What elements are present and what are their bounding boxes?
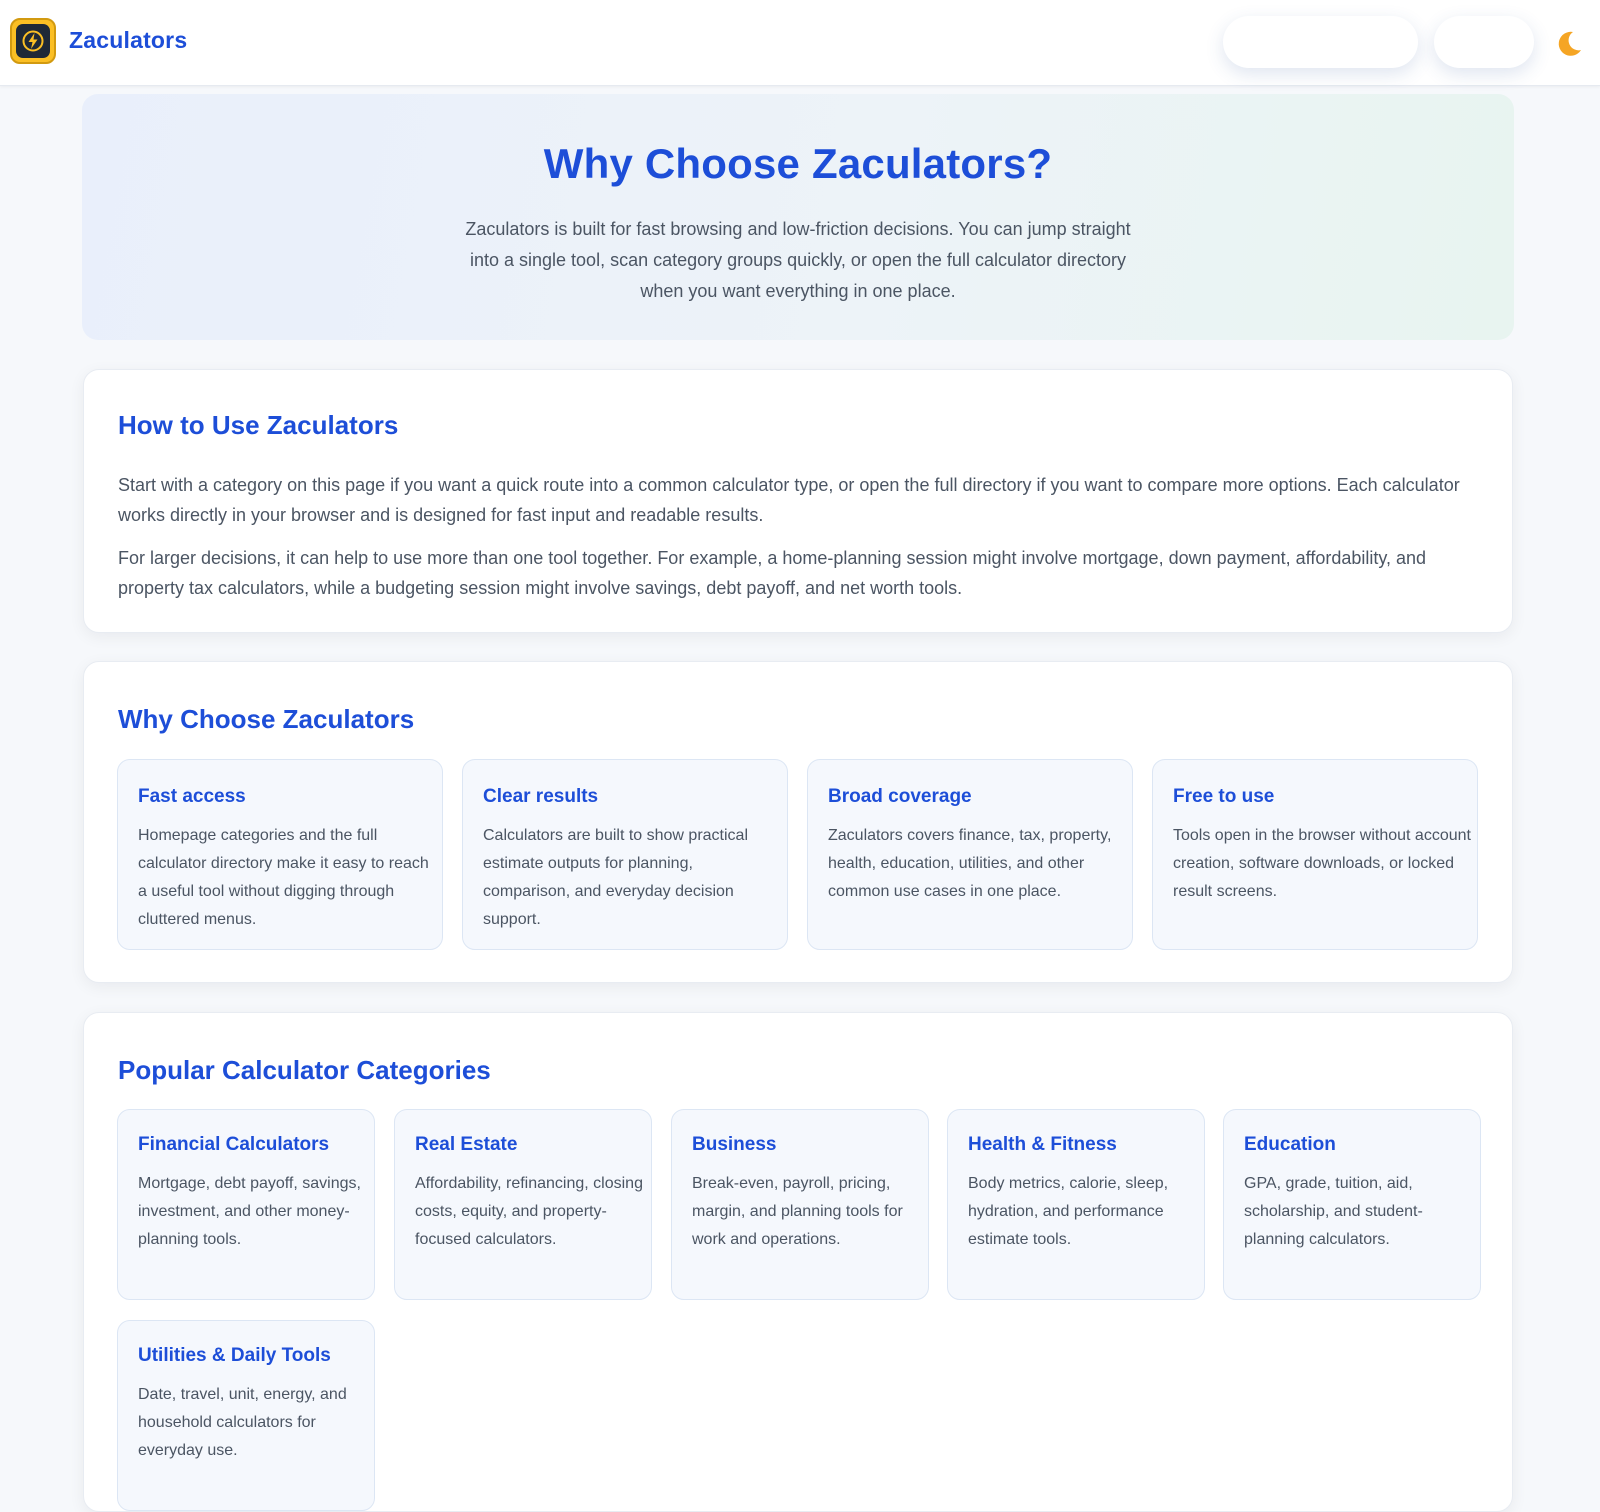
category-title: Business <box>692 1134 777 1155</box>
how-to-use-title: How to Use Zaculators <box>118 410 399 440</box>
category-text: Date, travel, unit, energy, and househol… <box>138 1386 347 1459</box>
logo-badge[interactable] <box>10 18 56 64</box>
moon-icon[interactable] <box>1553 28 1585 60</box>
nav-pill-button-secondary[interactable] <box>1434 16 1534 68</box>
brand-name[interactable]: Zaculators <box>69 27 187 54</box>
category-title: Education <box>1244 1134 1336 1155</box>
category-card-utilities[interactable]: Utilities & Daily Tools Date, travel, un… <box>117 1320 375 1511</box>
category-title: Health & Fitness <box>968 1134 1117 1155</box>
feature-card-clear-results: Clear results Calculators are built to s… <box>462 759 788 950</box>
category-text: Body metrics, calorie, sleep, hydration,… <box>968 1175 1169 1248</box>
feature-card-broad-coverage: Broad coverage Zaculators covers finance… <box>807 759 1133 950</box>
nav-pill-button[interactable] <box>1223 16 1418 68</box>
hero-text: Zaculators is built for fast browsing an… <box>465 219 1131 301</box>
category-text: Mortgage, debt payoff, savings, investme… <box>138 1175 361 1248</box>
feature-text: Homepage categories and the full calcula… <box>138 827 429 928</box>
category-text: GPA, grade, tuition, aid, scholarship, a… <box>1244 1175 1423 1248</box>
feature-text: Tools open in the browser without accoun… <box>1173 827 1471 900</box>
category-card-health-fitness[interactable]: Health & Fitness Body metrics, calorie, … <box>947 1109 1205 1300</box>
category-card-financial[interactable]: Financial Calculators Mortgage, debt pay… <box>117 1109 375 1300</box>
category-card-real-estate[interactable]: Real Estate Affordability, refinancing, … <box>394 1109 652 1300</box>
feature-title: Free to use <box>1173 786 1275 807</box>
category-title: Financial Calculators <box>138 1134 330 1155</box>
category-title: Real Estate <box>415 1134 518 1155</box>
why-choose-card: Why Choose Zaculators Fast access Homepa… <box>83 661 1513 983</box>
hero-banner: Why Choose Zaculators? Zaculators is bui… <box>82 94 1514 340</box>
top-navbar: Zaculators <box>0 0 1600 86</box>
feature-title: Clear results <box>483 786 599 807</box>
category-text: Break-even, payroll, pricing, margin, an… <box>692 1175 903 1248</box>
popular-categories-title: Popular Calculator Categories <box>118 1055 491 1085</box>
feature-card-fast-access: Fast access Homepage categories and the … <box>117 759 443 950</box>
how-to-use-card: How to Use Zaculators Start with a categ… <box>83 369 1513 633</box>
why-choose-title: Why Choose Zaculators <box>118 704 415 734</box>
lightning-bolt-icon <box>16 24 50 58</box>
how-to-use-paragraph-2: For larger decisions, it can help to use… <box>118 548 1427 598</box>
category-title: Utilities & Daily Tools <box>138 1345 331 1366</box>
hero-title: Why Choose Zaculators? <box>543 140 1053 187</box>
feature-title: Fast access <box>138 786 246 807</box>
category-card-business[interactable]: Business Break-even, payroll, pricing, m… <box>671 1109 929 1300</box>
popular-categories-card: Popular Calculator Categories Financial … <box>83 1012 1513 1512</box>
feature-text: Zaculators covers finance, tax, property… <box>828 827 1112 900</box>
feature-text: Calculators are built to show practical … <box>483 827 749 928</box>
feature-title: Broad coverage <box>828 786 972 807</box>
feature-card-free-to-use: Free to use Tools open in the browser wi… <box>1152 759 1478 950</box>
category-card-education[interactable]: Education GPA, grade, tuition, aid, scho… <box>1223 1109 1481 1300</box>
category-text: Affordability, refinancing, closing cost… <box>415 1175 643 1248</box>
how-to-use-paragraph-1: Start with a category on this page if yo… <box>118 475 1460 525</box>
